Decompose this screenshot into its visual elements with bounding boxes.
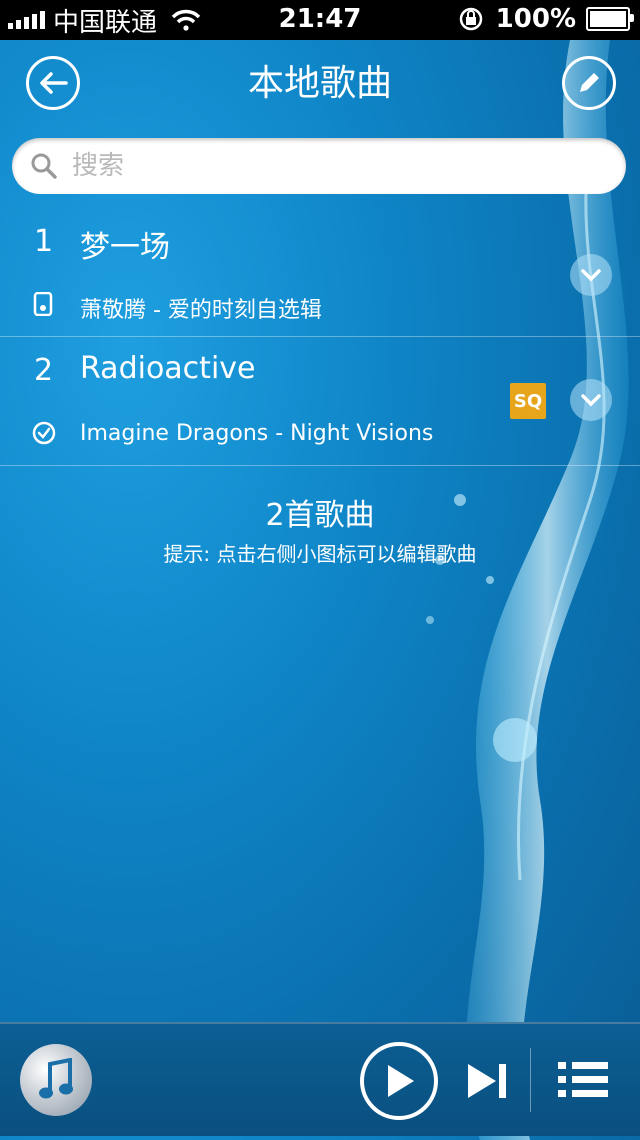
battery-percent: 100% <box>495 4 576 34</box>
pencil-icon <box>580 73 599 92</box>
play-button[interactable] <box>360 1042 438 1120</box>
playlist-icon[interactable] <box>558 1060 608 1100</box>
water-splash-decoration <box>426 40 629 1140</box>
edit-hint: 提示: 点击右侧小图标可以编辑歌曲 <box>163 542 477 566</box>
battery-icon <box>586 7 634 31</box>
chevron-down-icon <box>581 269 601 282</box>
navigation-bar: 本地歌曲 <box>0 40 640 128</box>
song-list: 1 梦一场 萧敬腾 - 爱的时刻自选辑 2 Radioactive Imagin… <box>0 208 640 466</box>
divider <box>530 1048 531 1112</box>
back-button[interactable] <box>26 56 80 110</box>
ipod-icon <box>33 292 53 316</box>
sq-quality-badge: SQ <box>510 383 546 419</box>
chevron-down-icon <box>581 394 601 407</box>
song-row[interactable]: 1 梦一场 萧敬腾 - 爱的时刻自选辑 <box>0 208 640 337</box>
song-row[interactable]: 2 Radioactive Imagine Dragons - Night Vi… <box>0 337 640 466</box>
edit-button[interactable] <box>562 56 616 110</box>
player-bar <box>0 1022 640 1136</box>
search-bar[interactable] <box>12 138 626 194</box>
song-artist-album: 萧敬腾 - 爱的时刻自选辑 <box>80 298 322 323</box>
album-art-button[interactable] <box>20 1044 92 1116</box>
song-count: 2首歌曲 <box>265 498 375 533</box>
song-index: 1 <box>34 224 54 259</box>
page-title: 本地歌曲 <box>247 63 392 104</box>
check-circle-icon <box>32 421 56 445</box>
music-note-icon <box>39 1058 73 1099</box>
search-icon <box>31 153 57 179</box>
song-title: 梦一场 <box>80 230 170 265</box>
song-title: Radioactive <box>80 351 256 386</box>
expand-song-button[interactable] <box>570 379 612 421</box>
song-index: 2 <box>34 353 54 388</box>
next-track-icon[interactable] <box>466 1062 510 1100</box>
search-input[interactable] <box>70 150 594 182</box>
signal-strength-icon <box>8 11 45 29</box>
wifi-icon <box>171 9 201 31</box>
expand-song-button[interactable] <box>570 254 612 296</box>
carrier-name: 中国联通 <box>53 7 158 38</box>
song-artist-album: Imagine Dragons - Night Visions <box>80 421 434 446</box>
rotation-lock-icon <box>459 7 482 31</box>
play-icon <box>388 1065 414 1097</box>
back-arrow-icon <box>40 72 68 94</box>
status-bar: 中国联通 21:47 100% <box>0 0 640 40</box>
